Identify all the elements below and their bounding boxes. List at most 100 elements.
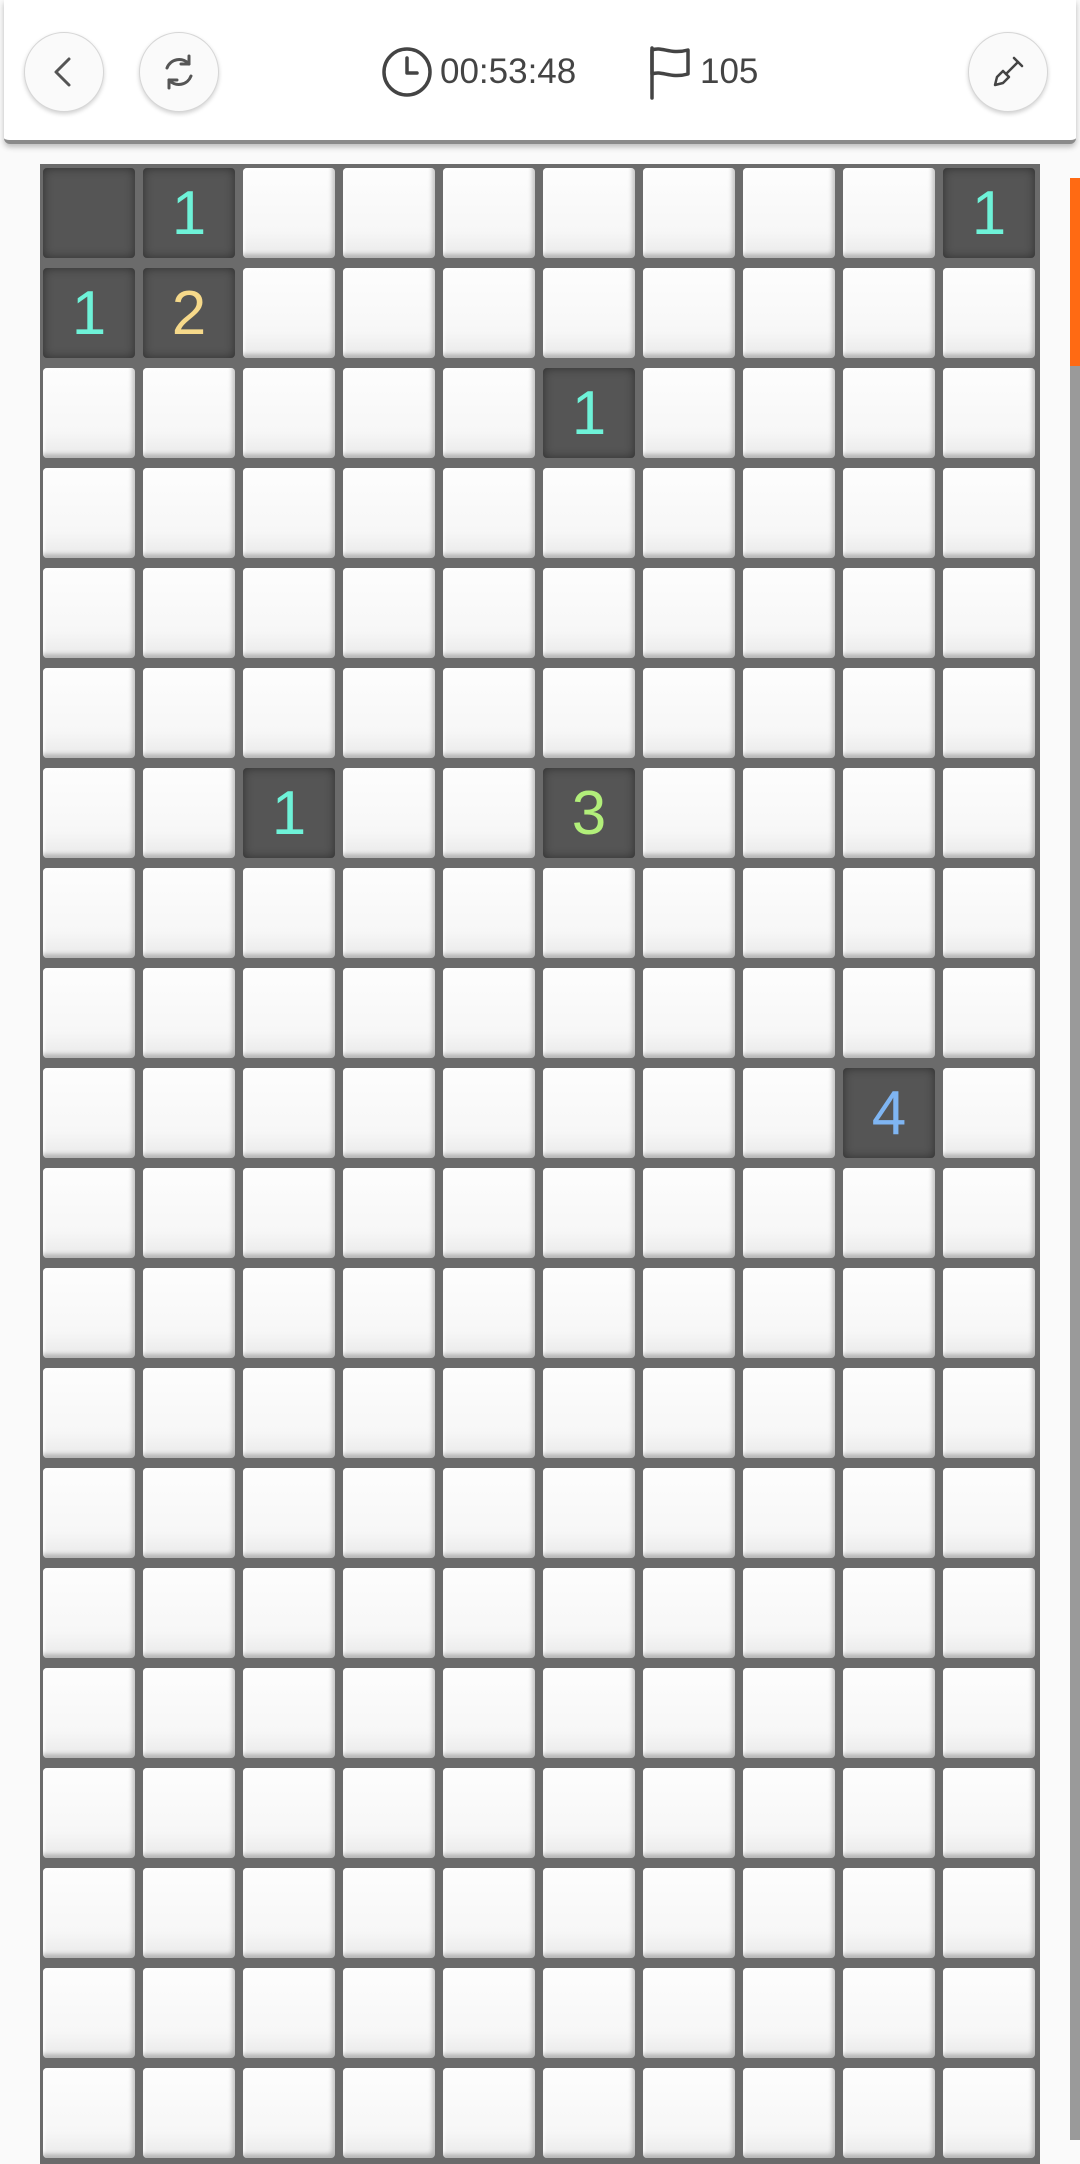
hidden-cell[interactable] [943, 368, 1035, 458]
hidden-cell[interactable] [543, 2068, 635, 2158]
scrollbar-track[interactable] [1070, 178, 1080, 2140]
hidden-cell[interactable] [543, 668, 635, 758]
hidden-cell[interactable] [343, 1868, 435, 1958]
hidden-cell[interactable] [243, 1768, 335, 1858]
hidden-cell[interactable] [843, 1368, 935, 1458]
hidden-cell[interactable] [643, 268, 735, 358]
hidden-cell[interactable] [443, 1368, 535, 1458]
hidden-cell[interactable] [43, 468, 135, 558]
hidden-cell[interactable] [843, 368, 935, 458]
hidden-cell[interactable] [843, 1668, 935, 1758]
hidden-cell[interactable] [643, 168, 735, 258]
hidden-cell[interactable] [843, 768, 935, 858]
hidden-cell[interactable] [943, 468, 1035, 558]
hidden-cell[interactable] [643, 1668, 735, 1758]
hidden-cell[interactable] [943, 1268, 1035, 1358]
hidden-cell[interactable] [43, 1568, 135, 1658]
hidden-cell[interactable] [943, 1168, 1035, 1258]
hidden-cell[interactable] [143, 1168, 235, 1258]
hidden-cell[interactable] [143, 968, 235, 1058]
hidden-cell[interactable] [243, 668, 335, 758]
hidden-cell[interactable] [943, 1768, 1035, 1858]
hidden-cell[interactable] [743, 368, 835, 458]
hidden-cell[interactable] [343, 768, 435, 858]
hidden-cell[interactable] [843, 1868, 935, 1958]
hidden-cell[interactable] [243, 968, 335, 1058]
hidden-cell[interactable] [943, 1668, 1035, 1758]
hidden-cell[interactable] [643, 568, 735, 658]
hidden-cell[interactable] [43, 368, 135, 458]
hidden-cell[interactable] [543, 1968, 635, 2058]
hidden-cell[interactable] [43, 1668, 135, 1758]
hidden-cell[interactable] [543, 1468, 635, 1558]
hidden-cell[interactable] [843, 1768, 935, 1858]
hidden-cell[interactable] [343, 1468, 435, 1558]
hidden-cell[interactable] [243, 1968, 335, 2058]
hidden-cell[interactable] [543, 1768, 635, 1858]
hidden-cell[interactable] [843, 468, 935, 558]
hidden-cell[interactable] [343, 1168, 435, 1258]
hidden-cell[interactable] [343, 1368, 435, 1458]
hidden-cell[interactable] [243, 1568, 335, 1658]
hidden-cell[interactable] [143, 1768, 235, 1858]
hidden-cell[interactable] [743, 668, 835, 758]
hidden-cell[interactable] [943, 2068, 1035, 2158]
hidden-cell[interactable] [243, 1668, 335, 1758]
hidden-cell[interactable] [943, 1368, 1035, 1458]
hidden-cell[interactable] [843, 1268, 935, 1358]
hidden-cell[interactable] [243, 368, 335, 458]
hidden-cell[interactable] [643, 468, 735, 558]
hidden-cell[interactable] [643, 1168, 735, 1258]
hidden-cell[interactable] [443, 468, 535, 558]
hidden-cell[interactable] [843, 1168, 935, 1258]
hidden-cell[interactable] [743, 1168, 835, 1258]
hidden-cell[interactable] [843, 268, 935, 358]
hidden-cell[interactable] [43, 1968, 135, 2058]
hidden-cell[interactable] [143, 1368, 235, 1458]
hidden-cell[interactable] [843, 1568, 935, 1658]
hidden-cell[interactable] [243, 1468, 335, 1558]
hidden-cell[interactable] [743, 868, 835, 958]
back-button[interactable] [24, 32, 104, 112]
hidden-cell[interactable] [743, 268, 835, 358]
hidden-cell[interactable] [143, 368, 235, 458]
hidden-cell[interactable] [43, 768, 135, 858]
hidden-cell[interactable] [143, 1468, 235, 1558]
hidden-cell[interactable] [443, 668, 535, 758]
hidden-cell[interactable] [143, 1668, 235, 1758]
hidden-cell[interactable] [243, 1068, 335, 1158]
hidden-cell[interactable] [243, 1268, 335, 1358]
hidden-cell[interactable] [743, 968, 835, 1058]
hidden-cell[interactable] [843, 1968, 935, 2058]
hidden-cell[interactable] [243, 1368, 335, 1458]
hidden-cell[interactable] [943, 1968, 1035, 2058]
hidden-cell[interactable] [643, 2068, 735, 2158]
hidden-cell[interactable] [843, 568, 935, 658]
hidden-cell[interactable] [143, 768, 235, 858]
hidden-cell[interactable] [143, 2068, 235, 2158]
hidden-cell[interactable] [343, 268, 435, 358]
hidden-cell[interactable] [343, 1968, 435, 2058]
hidden-cell[interactable] [443, 368, 535, 458]
hidden-cell[interactable] [543, 268, 635, 358]
hidden-cell[interactable] [643, 1968, 735, 2058]
hidden-cell[interactable] [43, 1168, 135, 1258]
hidden-cell[interactable] [943, 868, 1035, 958]
hidden-cell[interactable] [543, 1268, 635, 1358]
hidden-cell[interactable] [343, 1568, 435, 1658]
hidden-cell[interactable] [943, 268, 1035, 358]
hidden-cell[interactable] [843, 168, 935, 258]
hidden-cell[interactable] [343, 968, 435, 1058]
hidden-cell[interactable] [43, 1368, 135, 1458]
restart-button[interactable] [139, 32, 219, 112]
hidden-cell[interactable] [243, 168, 335, 258]
hidden-cell[interactable] [543, 1168, 635, 1258]
hidden-cell[interactable] [43, 1468, 135, 1558]
hidden-cell[interactable] [443, 568, 535, 658]
hidden-cell[interactable] [743, 1068, 835, 1158]
hidden-cell[interactable] [343, 1068, 435, 1158]
hidden-cell[interactable] [443, 968, 535, 1058]
hidden-cell[interactable] [343, 368, 435, 458]
hidden-cell[interactable] [943, 1468, 1035, 1558]
hidden-cell[interactable] [643, 1368, 735, 1458]
